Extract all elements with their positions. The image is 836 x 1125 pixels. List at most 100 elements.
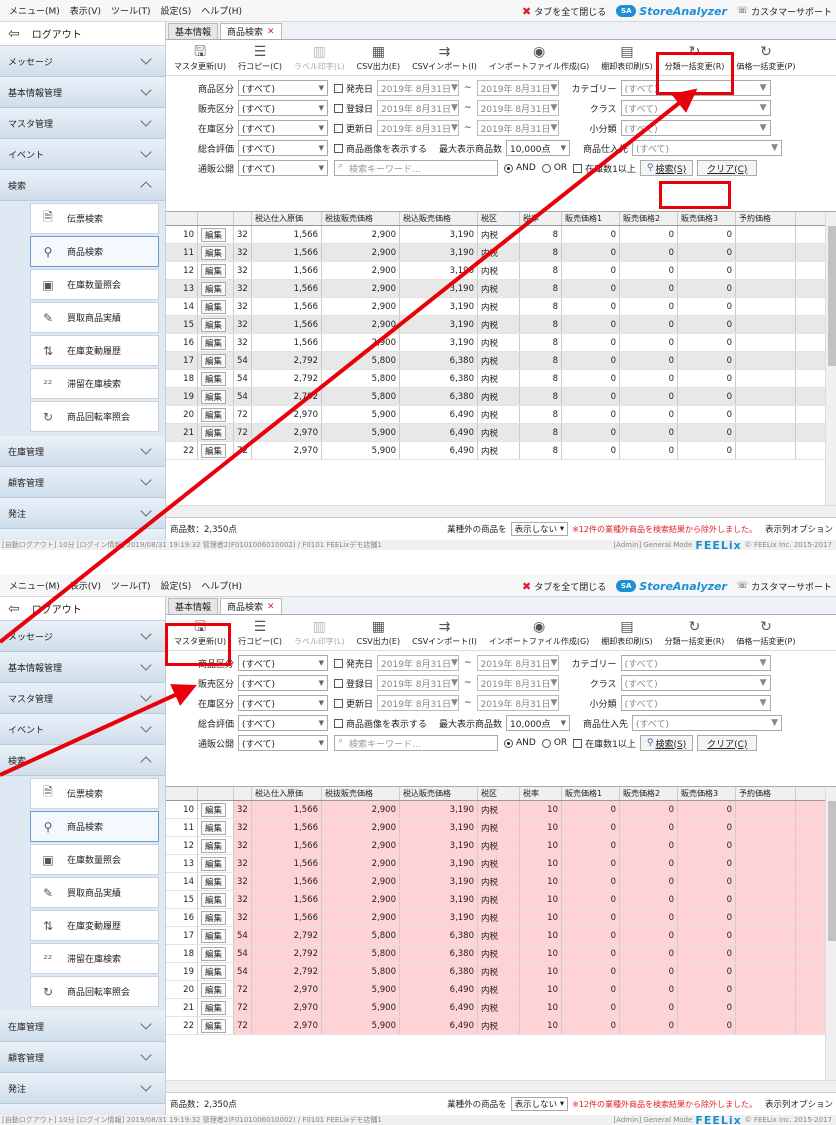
sidebar-cat-customer[interactable]: 顧客管理	[0, 467, 165, 498]
category-select[interactable]: (すべて) ▼	[620, 655, 771, 671]
edit-cell[interactable]: 編集	[198, 262, 234, 279]
edit-button[interactable]: 編集	[201, 928, 227, 943]
edit-button[interactable]: 編集	[201, 946, 227, 961]
date-to-field[interactable]: 2019年 8月31日 ▼	[476, 695, 559, 711]
sidebar-cat-order[interactable]: 発注	[0, 498, 165, 529]
table-row[interactable]: 22 編集 72 2,970 5,900 6,490 内税 10 0 0 0	[166, 1017, 836, 1035]
or-radio[interactable]	[541, 738, 551, 748]
logout-button[interactable]: ⇦ ログアウト	[0, 597, 165, 621]
and-radio[interactable]	[504, 163, 513, 173]
edit-button[interactable]: 編集	[201, 802, 227, 817]
edit-cell[interactable]: 編集	[198, 316, 234, 333]
outside-select[interactable]: 表示しない ▾	[510, 1097, 569, 1111]
table-row[interactable]: 17 編集 54 2,792 5,800 6,380 内税 8 0 0 0	[166, 352, 836, 370]
table-row[interactable]: 15 編集 32 1,566 2,900 3,190 内税 8 0 0 0	[166, 316, 836, 334]
edit-button[interactable]: 編集	[201, 1000, 227, 1015]
table-row[interactable]: 15 編集 32 1,566 2,900 3,190 内税 10 0 0 0	[166, 891, 836, 909]
menu-settings[interactable]: 設定(S)	[161, 4, 192, 17]
master-update-button[interactable]: 🖫 マスタ更新(U)	[168, 39, 232, 72]
sidebar-item-stock-history[interactable]: ⇅ 在庫変動履歴	[30, 335, 159, 366]
column-header[interactable]: 税込販売価格	[400, 787, 478, 800]
sidebar-item-purchase-results[interactable]: ✎ 買取商品実績	[30, 302, 159, 333]
sidebar-cat-customer[interactable]: 顧客管理	[0, 1042, 165, 1073]
column-header[interactable]	[166, 787, 198, 800]
edit-button[interactable]: 編集	[201, 335, 227, 350]
column-header[interactable]: 税抜販売価格	[322, 212, 400, 225]
sidebar-item-slip-search[interactable]: 🗎 伝票検索	[30, 778, 159, 809]
sidebar-item-purchase-results[interactable]: ✎ 買取商品実績	[30, 877, 159, 908]
supplier-select[interactable]: (すべて) ▼	[632, 140, 783, 156]
close-all-tabs-button[interactable]: ✖ タブを全て閉じる	[522, 580, 606, 593]
column-header[interactable]: 販売価格2	[620, 787, 678, 800]
clear-button[interactable]: クリア(C)	[697, 160, 758, 176]
sidebar-cat-basic-info[interactable]: 基本情報管理	[0, 652, 165, 683]
table-row[interactable]: 11 編集 32 1,566 2,900 3,190 内税 8 0 0 0	[166, 244, 836, 262]
customer-support-button[interactable]: ☏ カスタマーサポート	[737, 5, 832, 18]
master-update-button[interactable]: 🖫 マスタ更新(U)	[168, 614, 232, 647]
column-header[interactable]: 税区	[478, 212, 520, 225]
sidebar-cat-inventory[interactable]: 在庫管理	[0, 1011, 165, 1042]
edit-cell[interactable]: 編集	[198, 837, 234, 854]
edit-button[interactable]: 編集	[201, 317, 227, 332]
sidebar-item-slip-search[interactable]: 🗎 伝票検索	[30, 203, 159, 234]
sidebar-cat-master[interactable]: マスタ管理	[0, 108, 165, 139]
menu-settings[interactable]: 設定(S)	[161, 579, 192, 592]
date-to-field[interactable]: 2019年 8月31日 ▼	[476, 80, 559, 96]
date-to-field[interactable]: 2019年 8月31日 ▼	[476, 120, 559, 136]
column-header[interactable]: 税率	[520, 212, 562, 225]
supplier-select[interactable]: (すべて) ▼	[632, 715, 783, 731]
search-button[interactable]: ⚲ 検索(S)	[639, 160, 694, 176]
max-count-select[interactable]: 10,000点 ▼	[506, 715, 571, 731]
edit-button[interactable]: 編集	[201, 281, 227, 296]
keyword-input[interactable]: 検索キーワード...	[334, 160, 498, 176]
close-icon[interactable]: ✕	[267, 27, 275, 37]
edit-button[interactable]: 編集	[201, 856, 227, 871]
edit-cell[interactable]: 編集	[198, 298, 234, 315]
edit-button[interactable]: 編集	[201, 838, 227, 853]
column-header[interactable]: 税込販売価格	[400, 212, 478, 225]
date-from-field[interactable]: 2019年 8月31日 ▼	[377, 675, 460, 691]
column-header[interactable]: 販売価格1	[562, 212, 620, 225]
online-publish-select[interactable]: (すべて) ▼	[238, 160, 328, 176]
table-row[interactable]: 21 編集 72 2,970 5,900 6,490 内税 8 0 0 0	[166, 424, 836, 442]
edit-button[interactable]: 編集	[201, 353, 227, 368]
search-button[interactable]: ⚲ 検索(S)	[639, 735, 694, 751]
table-row[interactable]: 16 編集 32 1,566 2,900 3,190 内税 10 0 0 0	[166, 909, 836, 927]
edit-cell[interactable]: 編集	[198, 945, 234, 962]
table-row[interactable]: 11 編集 32 1,566 2,900 3,190 内税 10 0 0 0	[166, 819, 836, 837]
date-from-field[interactable]: 2019年 8月31日 ▼	[377, 655, 460, 671]
sidebar-cat-message[interactable]: メッセージ	[0, 621, 165, 652]
edit-button[interactable]: 編集	[201, 910, 227, 925]
scroll-thumb[interactable]	[828, 801, 836, 941]
edit-cell[interactable]: 編集	[198, 927, 234, 944]
column-header[interactable]: 予約価格	[736, 212, 796, 225]
column-header[interactable]	[198, 212, 234, 225]
tab-product-search[interactable]: 商品検索 ✕	[220, 598, 282, 614]
results-grid[interactable]: 税込仕入原価 税抜販売価格 税込販売価格 税区 税率 販売価格1 販売価格2 販売価格3 予約価…	[166, 786, 836, 1092]
sales-type-select[interactable]: (すべて) ▼	[238, 675, 328, 691]
vertical-scrollbar[interactable]	[825, 212, 836, 517]
column-header[interactable]: 税込仕入原価	[252, 787, 322, 800]
column-header[interactable]: 販売価格3	[678, 787, 736, 800]
horizontal-scrollbar[interactable]	[166, 505, 836, 517]
class-select[interactable]: (すべて) ▼	[620, 675, 771, 691]
results-grid[interactable]: 税込仕入原価 税抜販売価格 税込販売価格 税区 税率 販売価格1 販売価格2 販売価格3 予約価…	[166, 211, 836, 517]
row-copy-button[interactable]: ☰ 行コピー(C)	[232, 614, 288, 647]
bulk-category-button[interactable]: ↻ 分類一括変更(R)	[659, 614, 731, 647]
class-select[interactable]: (すべて) ▼	[620, 100, 771, 116]
column-options-link[interactable]: 表示列オプション	[765, 1098, 833, 1110]
table-row[interactable]: 18 編集 54 2,792 5,800 6,380 内税 8 0 0 0	[166, 370, 836, 388]
rating-select[interactable]: (すべて) ▼	[238, 140, 328, 156]
keyword-input[interactable]: 検索キーワード...	[334, 735, 498, 751]
stock-type-select[interactable]: (すべて) ▼	[238, 120, 328, 136]
edit-cell[interactable]: 編集	[198, 442, 234, 459]
tab-basic-info[interactable]: 基本情報	[168, 598, 219, 614]
edit-cell[interactable]: 編集	[198, 873, 234, 890]
column-options-link[interactable]: 表示列オプション	[765, 523, 833, 535]
sidebar-cat-search[interactable]: 検索	[0, 745, 165, 776]
in-stock-checkbox[interactable]	[573, 163, 583, 173]
edit-cell[interactable]: 編集	[198, 244, 234, 261]
edit-button[interactable]: 編集	[201, 892, 227, 907]
rating-select[interactable]: (すべて) ▼	[238, 715, 328, 731]
edit-cell[interactable]: 編集	[198, 909, 234, 926]
